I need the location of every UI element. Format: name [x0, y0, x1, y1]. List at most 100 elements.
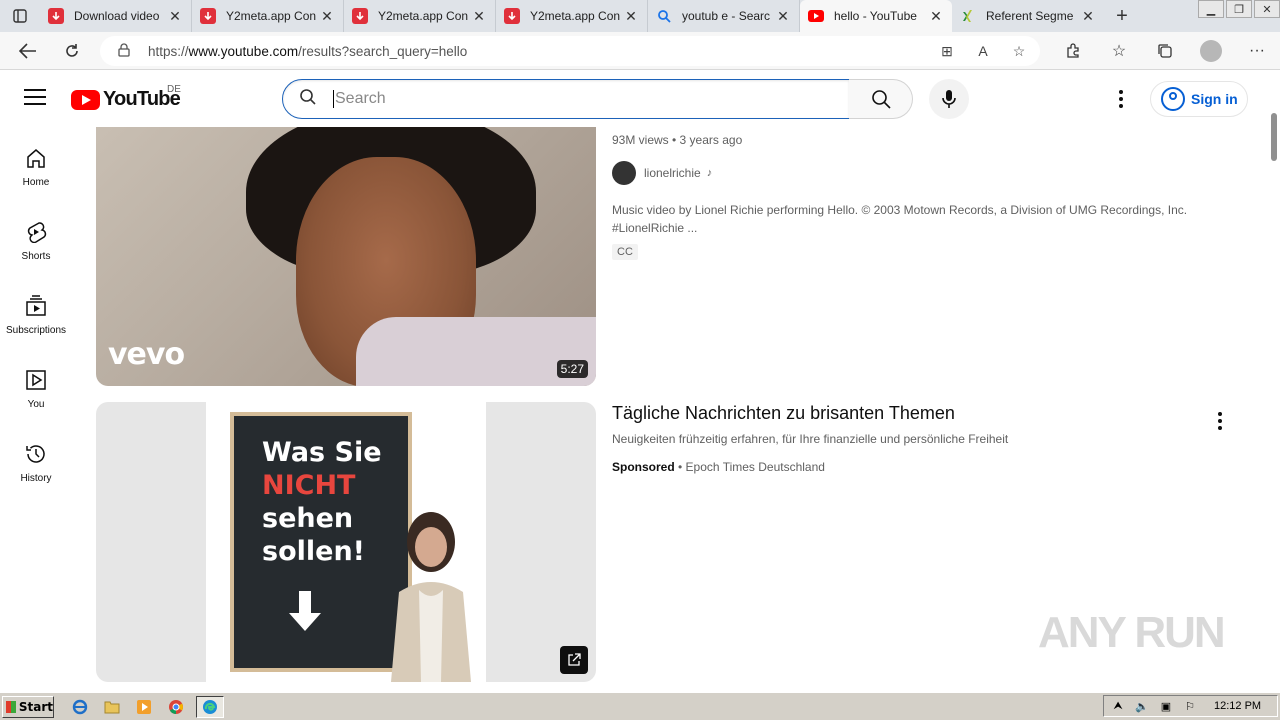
- tray-expand-icon[interactable]: ⮝: [1110, 699, 1126, 713]
- lock-icon[interactable]: [118, 42, 138, 60]
- minimize-icon[interactable]: ▁: [1198, 0, 1224, 18]
- edge-icon[interactable]: [196, 695, 224, 718]
- guide-label: Home: [22, 177, 50, 188]
- tab-actions-button[interactable]: [0, 0, 40, 32]
- browser-tab-active[interactable]: hello - YouTube ✕: [800, 0, 952, 32]
- tab-title: hello - YouTube: [834, 9, 917, 23]
- cc-badge: CC: [612, 244, 638, 260]
- guide-item-shorts[interactable]: Shorts: [0, 201, 72, 275]
- history-icon: [26, 445, 45, 463]
- url-text: https://www.youtube.com/results?search_q…: [148, 43, 468, 59]
- advertiser-name[interactable]: Epoch Times Deutschland: [686, 460, 825, 474]
- refresh-button[interactable]: [50, 32, 94, 70]
- guide-item-history[interactable]: History: [0, 423, 72, 497]
- address-bar-row: https://www.youtube.com/results?search_q…: [0, 32, 1280, 70]
- app-available-icon[interactable]: ⊞: [938, 42, 956, 60]
- video-thumbnail[interactable]: vevo 5:27: [96, 127, 596, 386]
- tab-title: Y2meta.app Con: [530, 9, 621, 23]
- you-icon: [26, 370, 46, 390]
- settings-more-icon[interactable]: ···: [1234, 32, 1280, 70]
- channel-info[interactable]: lionelrichie ♪: [612, 161, 712, 185]
- volume-icon[interactable]: 🔈: [1134, 699, 1150, 713]
- channel-avatar[interactable]: [612, 161, 636, 185]
- video-description: Music video by Lionel Richie performing …: [612, 203, 1188, 235]
- tab-title: Referent Segme: [986, 9, 1074, 23]
- browser-tab[interactable]: Download video ✕: [40, 0, 192, 32]
- ad-title[interactable]: Tägliche Nachrichten zu brisanten Themen: [612, 403, 1232, 424]
- media-player-icon[interactable]: [132, 696, 156, 718]
- sponsored-label: Sponsored: [612, 460, 675, 474]
- profile-avatar: [1200, 40, 1222, 62]
- search-placeholder: Search: [333, 90, 386, 108]
- favorites-icon[interactable]: ☆: [1096, 32, 1142, 70]
- tab-title: Y2meta.app Con: [226, 9, 317, 23]
- ad-thumbnail-image: Was Sie NICHT sehen sollen!: [206, 402, 486, 682]
- system-tray: ⮝ 🔈 ▣ ⚐ 12:12 PM: [1103, 695, 1278, 717]
- mini-guide: Home Shorts Subscriptions You History: [0, 127, 72, 692]
- y2mate-favicon-icon: [200, 8, 216, 24]
- profile-button[interactable]: [1188, 32, 1234, 70]
- action-center-flag-icon[interactable]: ⚐: [1182, 699, 1198, 713]
- extensions-icon[interactable]: [1050, 32, 1096, 70]
- browser-tab[interactable]: Y2meta.app Con ✕: [344, 0, 496, 32]
- presenter-figure: [391, 512, 471, 682]
- open-external-icon[interactable]: [560, 646, 588, 674]
- browser-tab[interactable]: Referent Segme ✕: [952, 0, 1104, 32]
- scrollbar-thumb[interactable]: [1271, 113, 1277, 161]
- shorts-icon: [27, 222, 47, 243]
- search-input[interactable]: Search: [282, 79, 850, 119]
- official-artist-icon: ♪: [706, 167, 713, 179]
- ad-subtitle: Neuigkeiten frühzeitig erfahren, für Ihr…: [612, 432, 1009, 446]
- url-field[interactable]: https://www.youtube.com/results?search_q…: [100, 36, 1040, 66]
- guide-label: History: [20, 473, 52, 484]
- close-tab-icon[interactable]: ✕: [471, 8, 487, 25]
- close-tab-icon[interactable]: ✕: [1080, 8, 1096, 25]
- browser-tab[interactable]: Y2meta.app Con ✕: [496, 0, 648, 32]
- watermark-text: ANY RUN: [1038, 608, 1226, 657]
- y2mate-favicon-icon: [352, 8, 368, 24]
- guide-item-you[interactable]: You: [0, 349, 72, 423]
- browser-tab[interactable]: youtub e - Searc ✕: [648, 0, 800, 32]
- close-tab-icon[interactable]: ✕: [928, 8, 944, 25]
- guide-item-subscriptions[interactable]: Subscriptions: [0, 275, 72, 349]
- guide-item-home[interactable]: Home: [0, 127, 72, 201]
- xing-favicon-icon: [960, 8, 976, 24]
- new-tab-button[interactable]: +: [1104, 0, 1140, 32]
- collections-icon[interactable]: [1142, 32, 1188, 70]
- vevo-logo: vevo: [108, 337, 185, 372]
- internet-explorer-icon[interactable]: [68, 696, 92, 718]
- back-button[interactable]: [6, 32, 50, 70]
- search-button[interactable]: [849, 79, 913, 119]
- network-icon[interactable]: ▣: [1158, 699, 1174, 713]
- home-icon: [27, 149, 45, 168]
- chrome-icon[interactable]: [164, 696, 188, 718]
- youtube-logo[interactable]: YouTube DE: [71, 84, 181, 111]
- read-aloud-icon[interactable]: A: [974, 42, 992, 60]
- youtube-play-logo-icon: [71, 89, 100, 110]
- ad-thumbnail[interactable]: Was Sie NICHT sehen sollen!: [96, 402, 596, 682]
- start-button[interactable]: Start: [2, 695, 54, 718]
- file-explorer-icon[interactable]: [100, 696, 124, 718]
- sign-in-label: Sign in: [1191, 91, 1238, 107]
- start-label: Start: [18, 699, 53, 714]
- y2mate-favicon-icon: [48, 8, 64, 24]
- settings-menu-icon[interactable]: [1110, 87, 1132, 111]
- channel-name[interactable]: lionelrichie: [644, 166, 701, 180]
- ad-menu-icon[interactable]: [1213, 412, 1227, 432]
- add-favorite-icon[interactable]: ☆: [1010, 42, 1028, 60]
- guide-label: Shorts: [21, 251, 51, 262]
- search-favicon-icon: [656, 8, 672, 24]
- close-tab-icon[interactable]: ✕: [167, 8, 183, 25]
- clock[interactable]: 12:12 PM: [1214, 700, 1261, 712]
- close-window-icon[interactable]: ✕: [1254, 0, 1280, 18]
- voice-search-button[interactable]: [929, 79, 969, 119]
- close-tab-icon[interactable]: ✕: [319, 8, 335, 25]
- page-scrollbar[interactable]: [1268, 71, 1280, 692]
- close-tab-icon[interactable]: ✕: [775, 8, 791, 25]
- guide-menu-icon[interactable]: [24, 89, 46, 107]
- close-tab-icon[interactable]: ✕: [623, 8, 639, 25]
- browser-tab[interactable]: Y2meta.app Con ✕: [192, 0, 344, 32]
- youtube-favicon-icon: [808, 10, 824, 22]
- restore-icon[interactable]: ❐: [1226, 0, 1252, 18]
- sign-in-button[interactable]: Sign in: [1150, 81, 1248, 117]
